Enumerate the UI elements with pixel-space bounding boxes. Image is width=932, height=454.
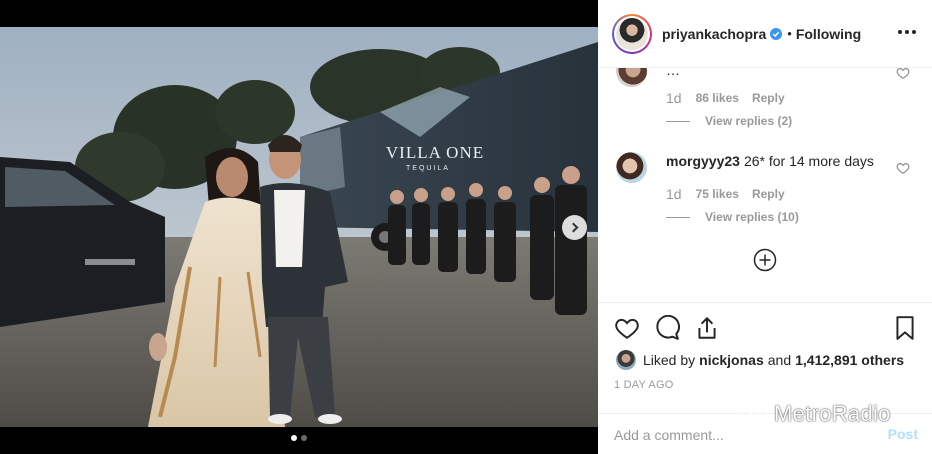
view-replies-button[interactable]: View replies (10) [666, 210, 799, 224]
comment-composer: Post [598, 413, 932, 454]
share-icon[interactable] [694, 315, 720, 341]
comment: morgyyy23 26* for 14 more days [666, 153, 874, 169]
comment-text: 26* for 14 more days [743, 153, 874, 169]
post-media: VILLA ONE TEQUILA [0, 0, 598, 454]
post-actions: Liked by nickjonas and 1,412,891 others … [598, 302, 932, 454]
post-header: priyankachopra • Following [598, 0, 932, 68]
post-timestamp[interactable]: 1 DAY AGO [614, 379, 673, 391]
comment-time: 1d [666, 90, 682, 106]
carousel-dot-active [291, 435, 297, 441]
more-options-icon[interactable] [898, 30, 916, 34]
comment-input[interactable] [614, 427, 884, 443]
liked-by-user[interactable]: nickjonas [699, 352, 764, 368]
post-sidebar: priyankachopra • Following … 1d 86 likes… [598, 0, 932, 454]
reply-button[interactable]: Reply [752, 91, 785, 105]
view-replies-button[interactable]: View replies (2) [666, 114, 792, 128]
view-replies-label: View replies (2) [705, 114, 793, 128]
comment-meta: 1d 86 likes Reply [666, 90, 785, 106]
liked-by-and: and [767, 352, 792, 368]
load-more-comments-icon[interactable] [753, 248, 777, 272]
commenter-avatar[interactable] [616, 152, 647, 183]
commenter-avatar[interactable] [616, 68, 647, 87]
photo-illustration: VILLA ONE TEQUILA [0, 27, 598, 427]
post-comment-button[interactable]: Post [888, 426, 918, 442]
comment-like-icon[interactable] [896, 68, 910, 80]
bookmark-icon[interactable] [892, 315, 918, 341]
liked-by: Liked by nickjonas and 1,412,891 others [616, 350, 904, 370]
comment-meta: 1d 75 likes Reply [666, 186, 785, 202]
like-count[interactable]: 1,412,891 others [795, 352, 904, 368]
reply-button[interactable]: Reply [752, 187, 785, 201]
following-button[interactable]: Following [796, 26, 861, 42]
carousel-indicator [0, 435, 598, 441]
comments-list: … 1d 86 likes Reply View replies (2) mor… [598, 68, 932, 302]
comment-likes[interactable]: 86 likes [696, 91, 739, 105]
truck-subtitle-text: TEQUILA [406, 165, 450, 172]
comment-text-partial: … [666, 68, 680, 78]
liked-by-prefix: Liked by [643, 352, 696, 368]
author-avatar[interactable] [612, 13, 652, 54]
comment-likes[interactable]: 75 likes [696, 187, 739, 201]
comment-like-icon[interactable] [896, 161, 910, 175]
like-heart-icon[interactable] [614, 315, 640, 341]
view-replies-label: View replies (10) [705, 210, 799, 224]
verified-badge-icon [770, 27, 783, 40]
liked-by-avatar[interactable] [616, 350, 636, 370]
header-separator: • [787, 26, 792, 41]
truck-brand-text: VILLA ONE [386, 143, 484, 162]
comment-time: 1d [666, 186, 682, 202]
carousel-next-button[interactable] [562, 215, 587, 240]
comment-bubble-icon[interactable] [654, 315, 680, 341]
post-photo[interactable]: VILLA ONE TEQUILA [0, 27, 598, 427]
comment-username[interactable]: morgyyy23 [666, 153, 740, 169]
author-username[interactable]: priyankachopra [662, 26, 766, 42]
carousel-dot [301, 435, 307, 441]
chevron-right-icon [568, 222, 578, 233]
